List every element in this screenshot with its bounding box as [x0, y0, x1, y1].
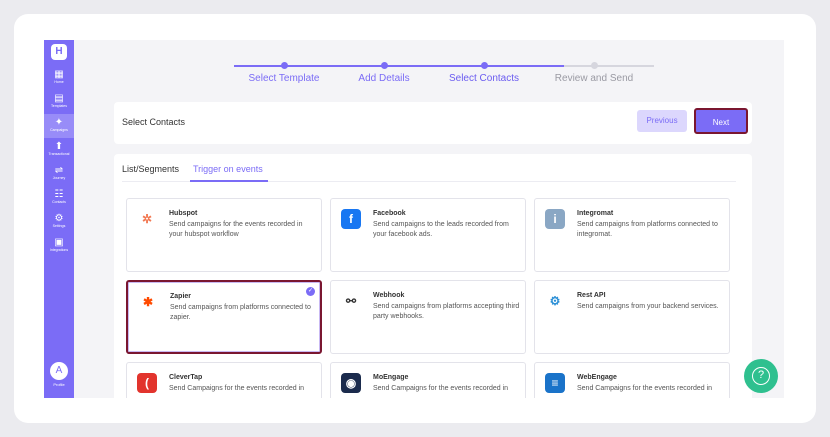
moengage-icon: ◉ — [341, 373, 361, 393]
integration-description: Send campaigns from platforms accepting … — [373, 303, 520, 320]
sidebar-item-journey[interactable]: ⇌ Journey — [44, 162, 74, 186]
step-label[interactable]: Select Template — [249, 73, 320, 84]
integration-name: Integromat — [577, 210, 614, 217]
sidebar-item-label: Journey — [52, 176, 66, 180]
sidebar-item-label: Home — [54, 80, 64, 84]
integration-card-rest-api[interactable]: ⚙ Rest API Send campaigns from your backen… — [534, 280, 730, 354]
sidebar-item-integrations[interactable]: ▣ Integrations — [44, 234, 74, 258]
integration-card-clevertap[interactable]: ( CleverTap Send Campaigns for the events … — [126, 362, 322, 398]
integration-description: Send campaigns from platforms connected … — [170, 304, 311, 321]
integration-card-facebook[interactable]: f Facebook Send campaigns to the leads rec… — [330, 198, 526, 272]
integrations-icon: ▣ — [54, 237, 64, 248]
sidebar-item-label: Integrations — [49, 248, 69, 252]
gear-icon: ⚙ — [54, 213, 64, 224]
integration-card-webengage[interactable]: ≡ WebEngage Send Campaigns for the events … — [534, 362, 730, 398]
integration-description: Send campaigns for the events recorded i… — [169, 221, 303, 238]
integration-name: Zapier — [170, 293, 192, 300]
integration-card-hubspot[interactable]: ✲ Hubspot Send campaigns for the events re… — [126, 198, 322, 272]
sidebar-item-label: Campaigns — [50, 128, 68, 132]
integration-name: Hubspot — [169, 210, 198, 217]
check-icon: ✓ — [306, 287, 315, 296]
app-window: H ▦ Home ▤ Templates ✦ Campaigns ⬆ Transactiona… — [44, 40, 784, 398]
integration-name: MoEngage — [373, 374, 409, 381]
avatar[interactable]: A — [50, 362, 68, 380]
upload-icon: ⬆ — [54, 141, 64, 152]
integration-name: Facebook — [373, 210, 406, 217]
sidebar-item-settings[interactable]: ⚙ Settings — [44, 210, 74, 234]
step-dot — [590, 62, 598, 69]
webhook-icon: ⚯ — [341, 291, 361, 311]
page-title: Select Contacts — [122, 117, 186, 127]
step-label[interactable]: Add Details — [358, 73, 409, 84]
app-logo[interactable]: H — [51, 44, 67, 60]
integration-name: CleverTap — [169, 374, 203, 381]
profile-label[interactable]: Profile — [44, 382, 74, 387]
integration-name: WebEngage — [577, 374, 617, 381]
step-dot — [480, 62, 488, 69]
contacts-icon: ☷ — [54, 189, 64, 200]
api-icon: ⚙ — [545, 291, 565, 311]
sidebar-item-templates[interactable]: ▤ Templates — [44, 90, 74, 114]
integration-name: Rest API — [577, 292, 606, 299]
source-tabs: List/Segments Trigger on events — [122, 164, 736, 182]
facebook-icon: f — [341, 209, 361, 229]
previous-button[interactable]: Previous — [637, 110, 687, 132]
integration-card-webhook[interactable]: ⚯ Webhook Send campaigns from platforms ac… — [330, 280, 526, 354]
megaphone-icon: ✦ — [54, 117, 64, 128]
sidebar-item-contacts[interactable]: ☷ Contacts — [44, 186, 74, 210]
step-dot — [380, 62, 388, 69]
integration-card-zapier[interactable]: ✱ Zapier Send campaigns from platforms con… — [126, 280, 322, 354]
select-contacts-header: Select Contacts Previous Next — [114, 102, 752, 144]
sidebar-item-label: Transactional — [48, 152, 70, 156]
journey-icon: ⇌ — [54, 165, 64, 176]
integration-description: Send campaigns from platforms connected … — [577, 221, 718, 238]
grid-icon: ▦ — [54, 69, 64, 80]
hubspot-icon: ✲ — [137, 209, 157, 229]
step-dot — [280, 62, 288, 69]
next-button[interactable]: Next — [694, 108, 748, 134]
sidebar-item-label: Settings — [52, 224, 66, 228]
integration-card-integromat[interactable]: i Integromat Send campaigns from platforms… — [534, 198, 730, 272]
zapier-icon: ✱ — [138, 292, 158, 312]
tab-trigger-on-events[interactable]: Trigger on events — [193, 164, 263, 174]
integration-description: Send Campaigns for the events recorded i… — [169, 385, 305, 392]
integromat-icon: i — [545, 209, 565, 229]
tab-list-segments[interactable]: List/Segments — [122, 164, 179, 174]
integration-description: Send Campaigns for the events recorded i… — [577, 385, 713, 392]
sidebar-item-label: Templates — [51, 104, 67, 108]
step-label[interactable]: Select Contacts — [449, 73, 519, 84]
clevertap-icon: ( — [137, 373, 157, 393]
sidebar-item-transactional[interactable]: ⬆ Transactional — [44, 138, 74, 162]
sidebar-item-home[interactable]: ▦ Home — [44, 66, 74, 90]
integration-description: Send campaigns to the leads recorded fro… — [373, 221, 509, 238]
sidebar-item-campaigns[interactable]: ✦ Campaigns — [44, 114, 74, 138]
active-tab-indicator — [190, 180, 268, 182]
sidebar: H ▦ Home ▤ Templates ✦ Campaigns ⬆ Transactiona… — [44, 40, 74, 398]
integration-description: Send Campaigns for the events recorded i… — [373, 385, 509, 392]
integration-card-moengage[interactable]: ◉ MoEngage Send Campaigns for the events r… — [330, 362, 526, 398]
help-icon: ? — [752, 367, 770, 385]
document-icon: ▤ — [54, 93, 64, 104]
stepper-remaining-line — [564, 65, 654, 67]
contacts-source-card: List/Segments Trigger on events ✲ Hubspot… — [114, 154, 752, 398]
webengage-icon: ≡ — [545, 373, 565, 393]
integration-description: Send campaigns from your backend service… — [577, 303, 719, 310]
integration-name: Webhook — [373, 292, 405, 299]
help-button[interactable]: ? — [744, 359, 778, 393]
sidebar-item-label: Contacts — [52, 200, 66, 204]
step-label[interactable]: Review and Send — [555, 73, 633, 84]
progress-stepper: Select Template Add Details Select Contact… — [234, 54, 654, 84]
